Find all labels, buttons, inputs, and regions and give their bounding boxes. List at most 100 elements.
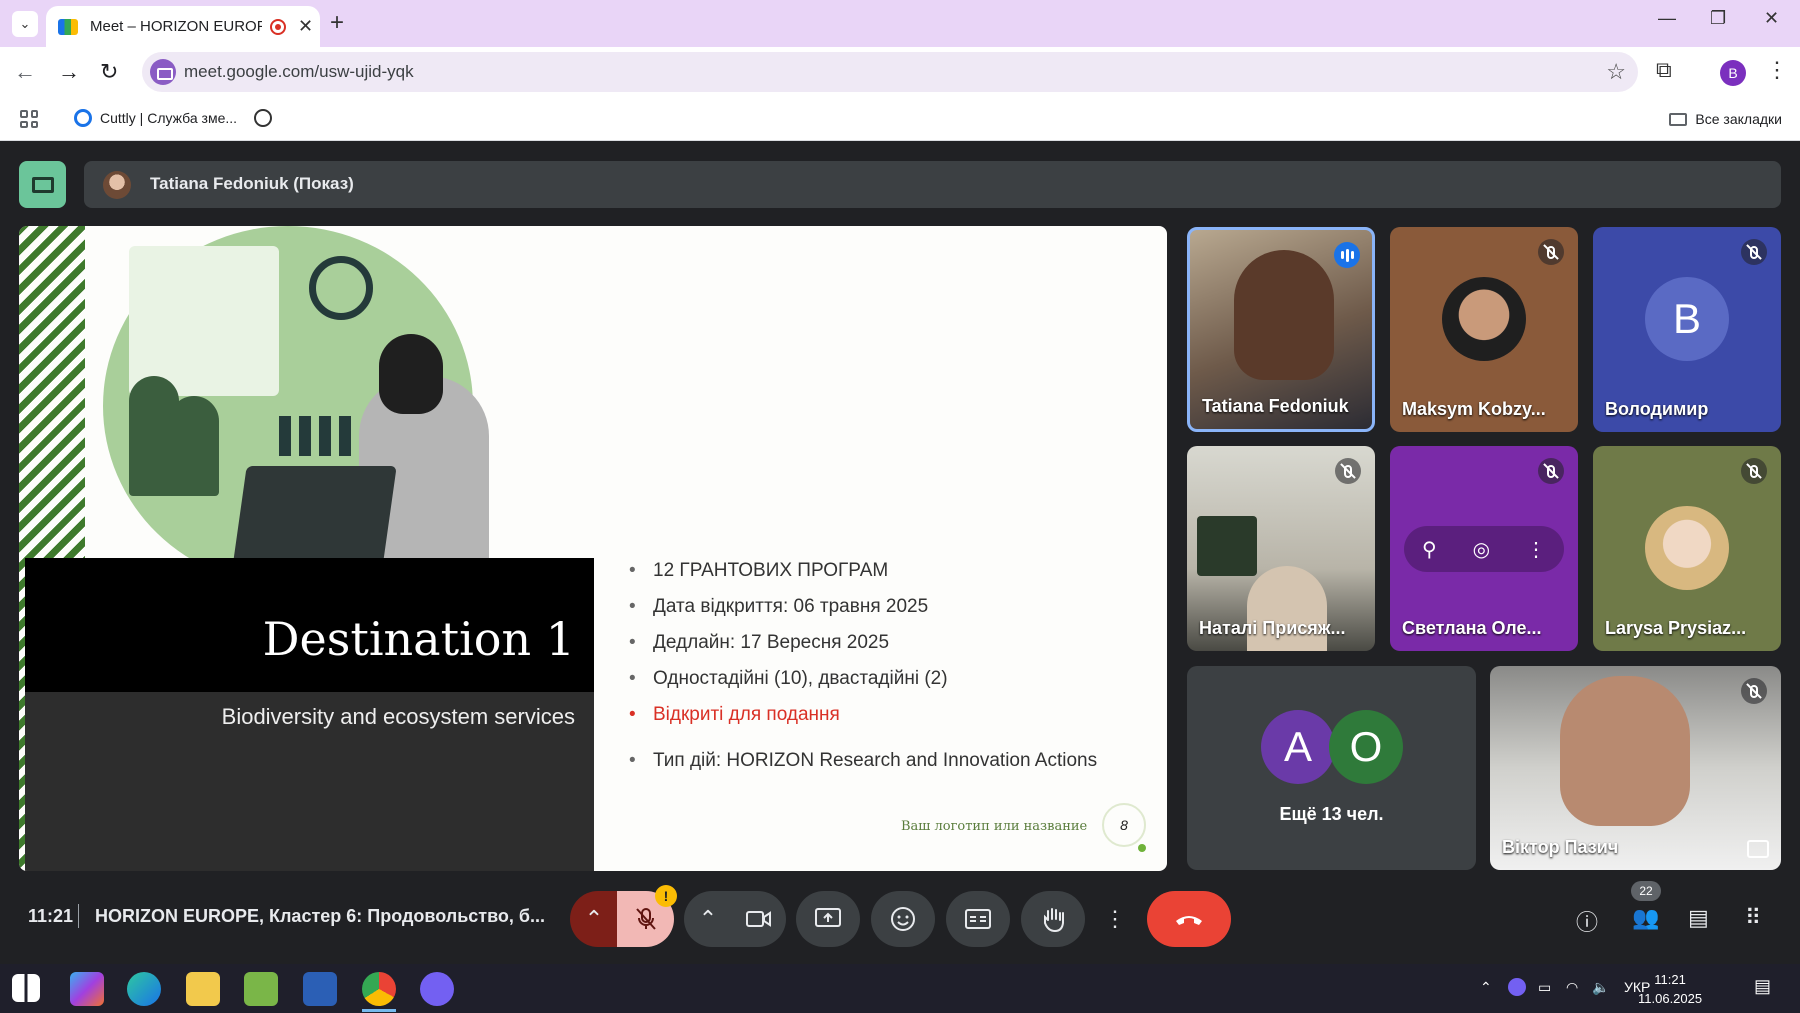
browser-toolbar: ← → ↻ meet.google.com/usw-ujid-yqk ☆ ⧉ B…	[0, 47, 1800, 100]
participant-name: Светлана Оле...	[1402, 618, 1542, 638]
participant-video	[1560, 676, 1690, 826]
site-info-icon[interactable]	[150, 59, 176, 85]
participant-name: Віктор Пазич	[1502, 837, 1619, 857]
edge-icon[interactable]	[127, 972, 161, 1006]
participant-tile[interactable]: Наталі Присяж...	[1187, 446, 1375, 651]
viber-icon[interactable]	[420, 972, 454, 1006]
participant-avatar: B	[1645, 277, 1729, 361]
profile-avatar[interactable]: B	[1720, 60, 1746, 86]
participant-name: Tatiana Fedoniuk	[1202, 396, 1349, 416]
wifi-icon[interactable]: ◠	[1566, 979, 1578, 996]
participant-tile[interactable]: Maksym Kobzy...	[1390, 227, 1578, 432]
tile-mic-icon[interactable]: ◎	[1473, 537, 1490, 562]
page-dot	[1138, 844, 1146, 852]
word-icon[interactable]	[303, 972, 337, 1006]
meet-favicon-icon	[58, 18, 78, 35]
volume-icon[interactable]: 🔈	[1592, 979, 1609, 996]
tray-chevron-icon[interactable]: ⌃	[1480, 979, 1492, 996]
notifications-icon[interactable]: ▤	[1754, 976, 1771, 997]
minimize-button[interactable]: —	[1658, 8, 1676, 29]
bullet-item-highlight: Відкриті для подання	[629, 704, 1097, 740]
captions-icon	[965, 909, 991, 929]
restore-button[interactable]: ❐	[1710, 8, 1726, 29]
copilot-icon[interactable]	[70, 972, 104, 1006]
tab-search-button[interactable]: ⌄	[12, 11, 38, 37]
video-options-button[interactable]: ⌃	[684, 891, 732, 947]
app-icon[interactable]	[244, 972, 278, 1006]
fullscreen-icon[interactable]	[1747, 840, 1769, 858]
file-explorer-icon[interactable]	[186, 972, 220, 1006]
mic-warning-badge: !	[655, 885, 677, 907]
illustration-landscape-card	[129, 246, 279, 396]
end-call-icon	[1176, 916, 1202, 925]
url-text: meet.google.com/usw-ujid-yqk	[184, 62, 414, 81]
back-button[interactable]: ←	[14, 59, 36, 85]
bookmark-star-icon[interactable]: ☆	[1606, 59, 1626, 85]
leave-call-button[interactable]	[1147, 891, 1231, 947]
people-icon[interactable]: 👥	[1632, 905, 1659, 931]
more-options-button[interactable]: ⋮	[1095, 891, 1135, 947]
bullet-item: Дата відкриття: 06 травня 2025	[629, 596, 1097, 632]
clock-time: 11:21	[1654, 972, 1686, 987]
participant-avatar	[1442, 277, 1526, 361]
more-participants-tile[interactable]: A O Ещё 13 чел.	[1187, 666, 1476, 870]
tree-illustration	[169, 396, 219, 496]
browser-tab-meet[interactable]: Meet – HORIZON EUROPE, ✕	[46, 6, 320, 47]
camera-button[interactable]	[731, 891, 786, 947]
raise-hand-icon	[1044, 908, 1064, 932]
present-screen-button[interactable]	[796, 891, 860, 947]
bullet-item: Одностадійні (10), двастадійні (2)	[629, 668, 1097, 704]
tray-viber-icon[interactable]	[1508, 978, 1526, 996]
meeting-time: 11:21	[28, 906, 74, 926]
address-bar[interactable]: meet.google.com/usw-ujid-yqk ☆	[142, 52, 1638, 92]
shared-slide: Destination 1 Biodiversity and ecosystem…	[19, 226, 1167, 871]
forward-button[interactable]: →	[58, 59, 80, 85]
participant-tile[interactable]: B Володимир	[1593, 227, 1781, 432]
participant-tile[interactable]: Tatiana Fedoniuk	[1187, 227, 1375, 432]
reload-button[interactable]: ↻	[100, 59, 118, 85]
more-participants-label: Ещё 13 чел.	[1279, 804, 1384, 824]
chrome-icon[interactable]	[362, 972, 396, 1012]
tab-title: Meet – HORIZON EUROPE,	[90, 18, 262, 35]
start-icon[interactable]	[12, 974, 40, 1002]
background-object	[1197, 516, 1257, 576]
all-bookmarks-button[interactable]: Все закладки	[1669, 111, 1782, 127]
activities-icon[interactable]: ⠿	[1745, 905, 1761, 931]
participant-count-badge: 22	[1631, 881, 1661, 901]
reactions-button[interactable]	[871, 891, 935, 947]
bookmark-cuttly[interactable]: Cuttly | Служба зме...	[74, 109, 237, 127]
mic-off-icon	[1335, 458, 1361, 484]
close-tab-icon[interactable]: ✕	[298, 16, 313, 37]
all-bookmarks-label: Все закладки	[1695, 111, 1782, 127]
mic-off-icon	[1741, 458, 1767, 484]
audio-options-button[interactable]: ⌃	[570, 891, 618, 947]
participant-tile[interactable]: Larysa Prysiaz...	[1593, 446, 1781, 651]
slide-page-number: 8	[1102, 803, 1146, 847]
meeting-title: HORIZON EUROPE, Кластер 6: Продовольство…	[95, 906, 546, 926]
folder-icon	[1669, 112, 1688, 126]
speaking-indicator-icon	[1334, 242, 1360, 268]
meeting-details-icon[interactable]: ⓘ	[1576, 905, 1598, 937]
pin-icon[interactable]: ⚲	[1422, 537, 1437, 562]
extensions-icon[interactable]: ⧉	[1656, 57, 1672, 83]
captions-button[interactable]	[946, 891, 1010, 947]
participant-tile[interactable]: Віктор Пазич	[1490, 666, 1781, 870]
participant-video	[1234, 250, 1334, 380]
new-tab-button[interactable]: +	[330, 9, 344, 37]
tab-strip: ⌄ Meet – HORIZON EUROPE, ✕ + — ❐ ✕	[0, 0, 1800, 47]
raise-hand-button[interactable]	[1021, 891, 1085, 947]
tile-more-icon[interactable]: ⋮	[1526, 537, 1546, 562]
system-clock[interactable]: 11:21 11.06.2025	[1638, 970, 1702, 1008]
participant-tile[interactable]: ⚲ ◎ ⋮ Светлана Оле...	[1390, 446, 1578, 651]
close-window-button[interactable]: ✕	[1764, 8, 1779, 29]
magnifier-icon	[309, 256, 373, 320]
cuttly-icon	[74, 109, 92, 127]
globe-bookmark-icon[interactable]	[254, 109, 272, 127]
apps-grid-icon[interactable]	[20, 110, 38, 128]
participant-avatar: A	[1261, 710, 1335, 784]
chat-icon[interactable]: ▤	[1688, 905, 1709, 931]
browser-menu-icon[interactable]: ⋮	[1766, 57, 1788, 83]
presentation-layout-button[interactable]	[19, 161, 66, 208]
battery-icon[interactable]: ▭	[1538, 979, 1551, 996]
participant-avatar: O	[1329, 710, 1403, 784]
